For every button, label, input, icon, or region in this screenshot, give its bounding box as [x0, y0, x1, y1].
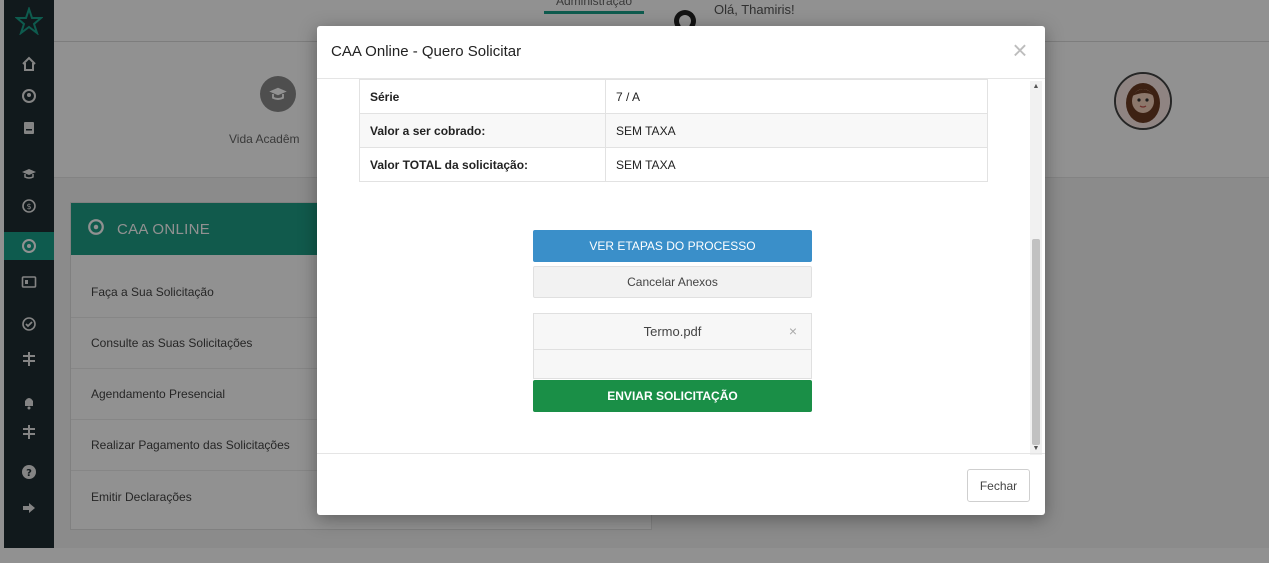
table-cell-label: Valor TOTAL da solicitação:: [359, 147, 606, 182]
table-row: Valor TOTAL da solicitação: SEM TAXA: [359, 147, 988, 182]
modal-footer: Fechar: [317, 453, 1045, 515]
attachment-filename: Termo.pdf: [643, 324, 702, 339]
solicitation-summary-table: Série 7 / A Valor a ser cobrado: SEM TAX…: [359, 79, 988, 182]
attachment-row: Termo.pdf ×: [534, 314, 811, 350]
scroll-thumb[interactable]: [1032, 239, 1040, 445]
quero-solicitar-modal: CAA Online - Quero Solicitar × Série 7 /…: [317, 26, 1045, 515]
ver-etapas-button[interactable]: VER ETAPAS DO PROCESSO: [533, 230, 812, 262]
table-cell-value: 7 / A: [605, 79, 988, 114]
table-cell-value: SEM TAXA: [605, 147, 988, 182]
table-row: Valor a ser cobrado: SEM TAXA: [359, 113, 988, 148]
close-icon[interactable]: ×: [1007, 37, 1033, 64]
attachment-box: Termo.pdf ×: [533, 313, 812, 379]
scroll-up-icon[interactable]: ▲: [1030, 81, 1042, 93]
remove-attachment-icon[interactable]: ×: [789, 323, 797, 339]
table-cell-label: Valor a ser cobrado:: [359, 113, 606, 148]
enviar-solicitacao-button[interactable]: ENVIAR SOLICITAÇÃO: [533, 380, 812, 412]
table-cell-value: SEM TAXA: [605, 113, 988, 148]
table-row: Série 7 / A: [359, 79, 988, 114]
modal-scrollbar[interactable]: ▲ ▼: [1030, 81, 1042, 455]
table-cell-label: Série: [359, 79, 606, 114]
cancelar-anexos-button[interactable]: Cancelar Anexos: [533, 266, 812, 298]
modal-body: Série 7 / A Valor a ser cobrado: SEM TAX…: [317, 79, 1045, 453]
modal-title: CAA Online - Quero Solicitar: [331, 43, 522, 60]
fechar-button[interactable]: Fechar: [967, 469, 1030, 502]
modal-header: CAA Online - Quero Solicitar ×: [317, 26, 1045, 79]
